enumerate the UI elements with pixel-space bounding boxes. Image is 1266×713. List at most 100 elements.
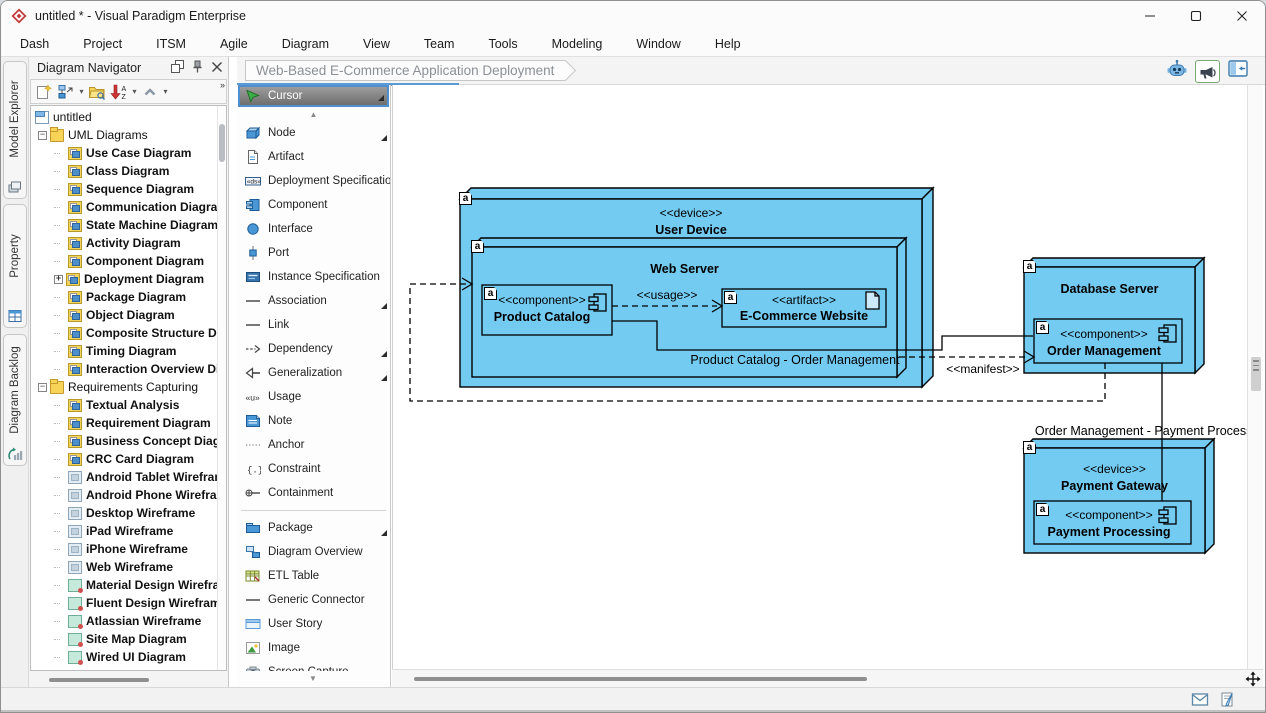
product-catalog-component[interactable]: [482, 285, 612, 335]
expand-expander-icon[interactable]: +: [54, 275, 63, 284]
toolbar-dropdown-caret-icon[interactable]: ▾: [130, 87, 139, 96]
dock-tab-diagram-backlog[interactable]: Diagram Backlog: [3, 334, 27, 466]
palette-item-port[interactable]: Port: [237, 241, 390, 265]
payment-processing-component[interactable]: [1034, 501, 1191, 544]
tree-horizontal-scrollbar[interactable]: [49, 678, 149, 682]
palette-item-instance-specification[interactable]: Instance Specification: [237, 265, 390, 289]
dock-tab-model-explorer[interactable]: Model Explorer: [3, 61, 27, 199]
palette-item-image[interactable]: Image: [237, 636, 390, 660]
toolbar-new-diagram-button[interactable]: [33, 81, 55, 103]
palette-item-user-story[interactable]: User Story: [237, 612, 390, 636]
palette-item-link[interactable]: Link: [237, 313, 390, 337]
palette-item-artifact[interactable]: Artifact: [237, 145, 390, 169]
menu-diagram[interactable]: Diagram: [265, 33, 346, 55]
palette-scroll-up-button[interactable]: [237, 107, 390, 121]
tree-item-sequence-diagram[interactable]: Sequence Diagram: [31, 180, 226, 198]
palette-item-package[interactable]: Package: [237, 516, 390, 540]
navigator-float-button[interactable]: [170, 59, 185, 77]
tree-item-requirement-diagram[interactable]: Requirement Diagram: [31, 414, 226, 432]
diagram-tree[interactable]: untitled−UML DiagramsUse Case DiagramCla…: [30, 105, 227, 671]
palette-item-node[interactable]: Node: [237, 121, 390, 145]
palette-item-constraint[interactable]: {.}Constraint: [237, 457, 390, 481]
tree-vertical-scrollbar[interactable]: [217, 106, 226, 670]
toolbar-open-folder-button[interactable]: [86, 81, 108, 103]
navigator-pin-button[interactable]: [190, 59, 205, 77]
tree-item-crc-card-diagram[interactable]: CRC Card Diagram: [31, 450, 226, 468]
menu-window[interactable]: Window: [619, 33, 697, 55]
tree-item-uml-diagrams[interactable]: −UML Diagrams: [31, 126, 226, 144]
tree-item-use-case-diagram[interactable]: Use Case Diagram: [31, 144, 226, 162]
palette-item-dependency[interactable]: Dependency: [237, 337, 390, 361]
palette-item-association[interactable]: Association: [237, 289, 390, 313]
canvas-vertical-scrollbar-thumb[interactable]: [1251, 357, 1261, 391]
palette-item-note[interactable]: Note: [237, 409, 390, 433]
menu-help[interactable]: Help: [698, 33, 758, 55]
palette-item-component[interactable]: Component: [237, 193, 390, 217]
maximize-button[interactable]: [1173, 1, 1219, 31]
palette-item-containment[interactable]: Containment: [237, 481, 390, 505]
tree-item-iphone-wireframe[interactable]: iPhone Wireframe: [31, 540, 226, 558]
tree-item-activity-diagram[interactable]: Activity Diagram: [31, 234, 226, 252]
tree-item-composite-structure-diagram[interactable]: Composite Structure Diagram: [31, 324, 226, 342]
canvas-vertical-scrollbar[interactable]: [1247, 85, 1263, 669]
palette-item-diagram-overview[interactable]: Diagram Overview: [237, 540, 390, 564]
tree-item-atlassian-wireframe[interactable]: Atlassian Wireframe: [31, 612, 226, 630]
menu-agile[interactable]: Agile: [203, 33, 265, 55]
breadcrumb[interactable]: Web-Based E-Commerce Application Deploym…: [245, 60, 565, 81]
palette-scroll-down-button[interactable]: [237, 671, 389, 685]
tree-item-component-diagram[interactable]: Component Diagram: [31, 252, 226, 270]
palette-item-anchor[interactable]: Anchor: [237, 433, 390, 457]
close-button[interactable]: [1219, 1, 1265, 31]
toolbar-sort-button[interactable]: AZ: [108, 81, 130, 103]
canvas-horizontal-scrollbar[interactable]: [392, 669, 1243, 687]
palette-item-cursor[interactable]: Cursor: [238, 85, 389, 107]
tree-item-object-diagram[interactable]: Object Diagram: [31, 306, 226, 324]
menu-modeling[interactable]: Modeling: [535, 33, 620, 55]
tree-vertical-scrollbar-thumb[interactable]: [219, 124, 225, 162]
tree-item-business-concept-diagram[interactable]: Business Concept Diagram: [31, 432, 226, 450]
tree-item-interaction-overview-diagram[interactable]: Interaction Overview Diagram: [31, 360, 226, 378]
tree-item-package-diagram[interactable]: Package Diagram: [31, 288, 226, 306]
menu-dash[interactable]: Dash: [3, 33, 66, 55]
collapse-expander-icon[interactable]: −: [38, 383, 47, 392]
title-bar[interactable]: untitled * - Visual Paradigm Enterprise: [1, 1, 1265, 31]
navigator-close-button[interactable]: [210, 60, 224, 77]
toolbar-dropdown-caret-icon[interactable]: ▾: [161, 87, 170, 96]
tree-item-ipad-wireframe[interactable]: iPad Wireframe: [31, 522, 226, 540]
tree-item-material-design-wireframe[interactable]: Material Design Wireframe: [31, 576, 226, 594]
tree-item-communication-diagram[interactable]: Communication Diagram: [31, 198, 226, 216]
tree-item-wired-ui-diagram[interactable]: Wired UI Diagram: [31, 648, 226, 666]
tree-item-class-diagram[interactable]: Class Diagram: [31, 162, 226, 180]
tree-item-state-machine-diagram[interactable]: State Machine Diagram: [31, 216, 226, 234]
assistant-robot-button[interactable]: [1166, 58, 1188, 84]
tree-item-desktop-wireframe[interactable]: Desktop Wireframe: [31, 504, 226, 522]
toolbar-collapse-button[interactable]: [139, 81, 161, 103]
collapse-expander-icon[interactable]: −: [38, 131, 47, 140]
toolbar-overflow-icon[interactable]: [220, 80, 225, 90]
tree-item-untitled[interactable]: untitled: [31, 108, 226, 126]
tree-item-site-map-diagram[interactable]: Site Map Diagram: [31, 630, 226, 648]
announcement-button[interactable]: [1195, 60, 1220, 83]
canvas-horizontal-scrollbar-thumb[interactable]: [414, 677, 867, 681]
diagram-canvas[interactable]: <<device>> User Device Web Server <<comp…: [392, 85, 1247, 669]
minimize-button[interactable]: [1127, 1, 1173, 31]
palette-item-generic-connector[interactable]: Generic Connector: [237, 588, 390, 612]
pan-tool-button[interactable]: [1243, 669, 1263, 687]
tree-item-android-tablet-wireframe[interactable]: Android Tablet Wireframe: [31, 468, 226, 486]
dock-tab-property[interactable]: Property: [3, 204, 27, 328]
mail-button[interactable]: [1191, 691, 1209, 713]
palette-item-interface[interactable]: Interface: [237, 217, 390, 241]
tree-item-requirements-capturing[interactable]: −Requirements Capturing: [31, 378, 226, 396]
tree-item-timing-diagram[interactable]: Timing Diagram: [31, 342, 226, 360]
palette-item-usage[interactable]: «u»Usage: [237, 385, 390, 409]
tree-item-deployment-diagram[interactable]: +Deployment Diagram: [31, 270, 226, 288]
tree-item-android-phone-wireframe[interactable]: Android Phone Wireframe: [31, 486, 226, 504]
palette-item-generalization[interactable]: Generalization: [237, 361, 390, 385]
toolbar-dropdown-caret-icon[interactable]: ▾: [77, 87, 86, 96]
menu-project[interactable]: Project: [66, 33, 139, 55]
panel-layout-button[interactable]: [1227, 58, 1249, 84]
tree-item-textual-analysis[interactable]: Textual Analysis: [31, 396, 226, 414]
menu-view[interactable]: View: [346, 33, 407, 55]
palette-item-etl-table[interactable]: ETL Table: [237, 564, 390, 588]
menu-tools[interactable]: Tools: [471, 33, 534, 55]
